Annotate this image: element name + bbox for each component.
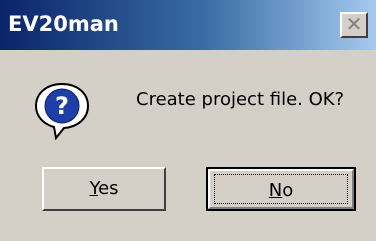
focus-rectangle: No — [214, 174, 348, 204]
question-mark: ? — [55, 92, 69, 120]
window-title: EV20man — [8, 12, 119, 36]
message-dialog: EV20man ✕ ? Create project file. OK? Yes… — [0, 0, 376, 241]
close-button[interactable]: ✕ — [340, 12, 368, 38]
close-icon: ✕ — [345, 12, 363, 36]
yes-accelerator: Y — [89, 178, 99, 199]
no-label: o — [282, 180, 294, 201]
yes-button[interactable]: Yes — [42, 167, 166, 211]
yes-label: es — [98, 178, 119, 199]
question-icon: ? — [34, 82, 90, 141]
no-button[interactable]: No — [206, 167, 356, 211]
title-bar[interactable]: EV20man ✕ — [0, 0, 376, 50]
no-accelerator: N — [268, 180, 283, 201]
dialog-message: Create project file. OK? — [136, 89, 345, 110]
